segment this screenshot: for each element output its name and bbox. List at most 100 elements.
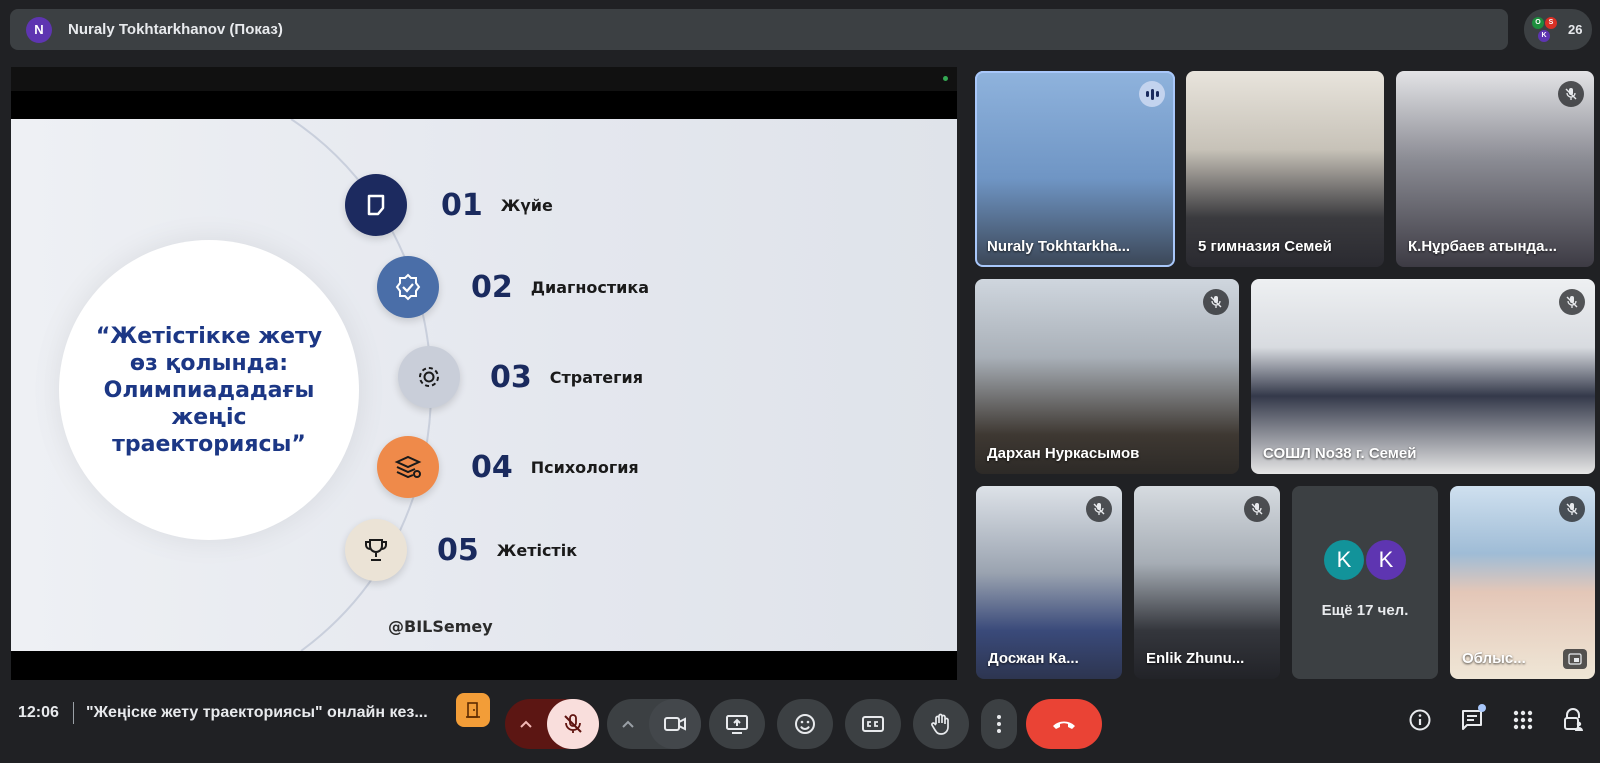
camera-icon — [664, 717, 686, 731]
participant-avatar: K — [1366, 540, 1406, 580]
people-avatar: S — [1545, 16, 1557, 29]
host-controls-button[interactable] — [1553, 700, 1593, 740]
leave-call-button[interactable] — [1026, 699, 1102, 749]
participant-tile[interactable]: Досжан Ка... — [976, 486, 1122, 679]
chevron-up-icon — [520, 720, 532, 728]
raise-hand-button[interactable] — [913, 699, 969, 749]
control-bar: 12:06 "Жеңіске жету траекториясы" онлайн… — [0, 690, 1600, 763]
stage-header — [11, 67, 957, 91]
participant-name: 5 гимназия Семей — [1198, 238, 1332, 255]
activities-button[interactable] — [1503, 700, 1543, 740]
people-button[interactable]: O S K 26 — [1524, 9, 1592, 50]
hand-icon — [931, 713, 949, 735]
chevron-up-icon — [622, 720, 634, 728]
step-label: Психология — [530, 457, 639, 477]
mic-off-icon — [1203, 289, 1229, 315]
more-participants-label: Ещё 17 чел. — [1321, 602, 1409, 619]
captions-button[interactable] — [845, 699, 901, 749]
step-number: 03 — [490, 359, 532, 395]
slide-title-circle: “Жетістікке жету өз қолында: Олимпиадада… — [59, 240, 359, 540]
apps-grid-icon — [1513, 710, 1533, 730]
participant-tile[interactable]: СОШЛ No38 г. Семей — [1251, 279, 1595, 474]
more-avatars: K K — [1324, 540, 1406, 580]
step-3: 03 Стратегия — [398, 346, 643, 408]
people-avatar: K — [1538, 29, 1550, 42]
participant-tile[interactable]: Облыс... — [1450, 486, 1595, 679]
divider — [73, 702, 74, 724]
participant-avatar: K — [1324, 540, 1364, 580]
more-options-button[interactable] — [981, 699, 1017, 749]
participant-tile[interactable]: Enlik Zhunu... — [1134, 486, 1280, 679]
participant-name: СОШЛ No38 г. Семей — [1263, 445, 1417, 462]
presentation-banner: N Nuraly Tokhtarkhanov (Показ) — [10, 9, 1508, 50]
badge-check-icon — [377, 256, 439, 318]
video-options-button[interactable] — [607, 699, 649, 749]
camera-toggle-button[interactable] — [649, 699, 701, 749]
emoji-icon — [795, 714, 815, 734]
bookmark-icon — [345, 174, 407, 236]
presenter-avatar: N — [26, 16, 52, 43]
mic-toggle-button[interactable] — [547, 699, 599, 749]
more-participants-tile[interactable]: K K Ещё 17 чел. — [1292, 486, 1438, 679]
speaking-indicator — [1139, 81, 1165, 107]
step-number: 01 — [441, 187, 483, 223]
mic-off-icon — [1558, 81, 1584, 107]
presentation-stage: “Жетістікке жету өз қолында: Олимпиадада… — [11, 67, 957, 680]
present-screen-icon — [726, 715, 748, 734]
step-number: 05 — [437, 532, 479, 568]
mic-off-icon — [1559, 289, 1585, 315]
participant-tile[interactable]: К.Нұрбаев атында... — [1396, 71, 1594, 267]
slide-handle: @BILSemey — [388, 617, 493, 636]
reactions-button[interactable] — [777, 699, 833, 749]
live-indicator — [943, 76, 948, 81]
slide-title: “Жетістікке жету өз қолында: Олимпиадада… — [95, 323, 323, 457]
participant-tile[interactable]: Nuraly Tokhtarkha... — [975, 71, 1175, 267]
presenter-label: Nuraly Tokhtarkhanov (Показ) — [68, 21, 283, 38]
participant-name: К.Нұрбаев атында... — [1408, 238, 1557, 255]
mic-off-icon — [564, 714, 582, 733]
participant-name: Nuraly Tokhtarkha... — [987, 238, 1131, 255]
meeting-details-button[interactable] — [1400, 700, 1440, 740]
meeting-title: "Жеңіске жету траекториясы" онлайн кез..… — [86, 704, 428, 721]
presenting-icon — [1563, 649, 1587, 669]
step-4: 04 Психология — [377, 436, 639, 498]
step-2: 02 Диагностика — [377, 256, 649, 318]
participant-tile[interactable]: 5 гимназия Семей — [1186, 71, 1384, 267]
book-stack-icon — [377, 436, 439, 498]
slide: “Жетістікке жету өз қолында: Олимпиадада… — [11, 119, 957, 651]
lock-person-icon — [1564, 708, 1583, 731]
mic-off-icon — [1086, 496, 1112, 522]
info-icon — [1409, 709, 1431, 731]
step-number: 04 — [471, 449, 513, 485]
participant-name: Дархан Нуркасымов — [987, 445, 1140, 462]
step-label: Диагностика — [530, 277, 650, 297]
participant-name: Enlik Zhunu... — [1146, 650, 1245, 667]
gear-icon — [398, 346, 460, 408]
microphone-control — [505, 699, 599, 749]
chat-button[interactable] — [1452, 700, 1492, 740]
mic-off-icon — [1244, 496, 1270, 522]
meeting-time: 12:06 — [18, 704, 59, 721]
mic-off-icon — [1559, 496, 1585, 522]
participant-tile[interactable]: Дархан Нуркасымов — [975, 279, 1239, 474]
step-label: Жүйе — [500, 195, 553, 215]
notification-dot — [1478, 704, 1486, 712]
audio-options-button[interactable] — [505, 699, 547, 749]
step-5: 05 Жетістік — [345, 519, 577, 581]
participant-name: Облыс... — [1462, 650, 1526, 667]
people-count: 26 — [1568, 22, 1583, 37]
participant-name: Досжан Ка... — [988, 650, 1079, 667]
people-avatars: O S K — [1532, 16, 1558, 43]
people-avatar: O — [1532, 16, 1544, 29]
step-number: 02 — [471, 269, 513, 305]
captions-icon — [862, 716, 884, 732]
hang-up-icon — [1053, 721, 1075, 729]
camera-control — [607, 699, 701, 749]
trophy-icon — [345, 519, 407, 581]
step-label: Стратегия — [549, 367, 643, 387]
step-1: 01 Жүйе — [345, 174, 553, 236]
step-label: Жетістік — [496, 540, 578, 560]
present-screen-button[interactable] — [709, 699, 765, 749]
more-vert-icon — [997, 715, 1001, 733]
door-icon[interactable] — [456, 693, 490, 727]
